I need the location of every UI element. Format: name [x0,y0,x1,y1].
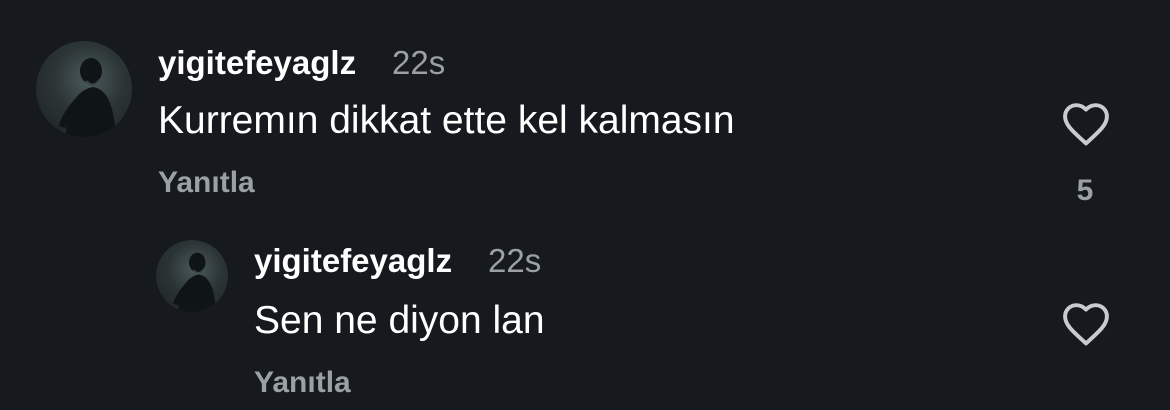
avatar[interactable] [156,240,228,312]
comment-time: 22s [392,44,446,81]
heart-outline-icon[interactable] [1060,301,1112,347]
comment-time: 22s [488,242,542,279]
reply-button[interactable]: Yanıtla [158,166,255,200]
comment-text: Kurremın dikkat ette kel kalmasın [158,99,735,142]
avatar[interactable] [36,41,132,137]
heart-outline-icon[interactable] [1060,101,1112,147]
comment-text: Sen ne diyon lan [254,299,545,342]
username[interactable]: yigitefeyaglz [254,242,452,280]
reply-button[interactable]: Yanıtla [254,366,351,400]
username[interactable]: yigitefeyaglz [158,44,356,82]
like-count: 5 [1076,174,1094,207]
